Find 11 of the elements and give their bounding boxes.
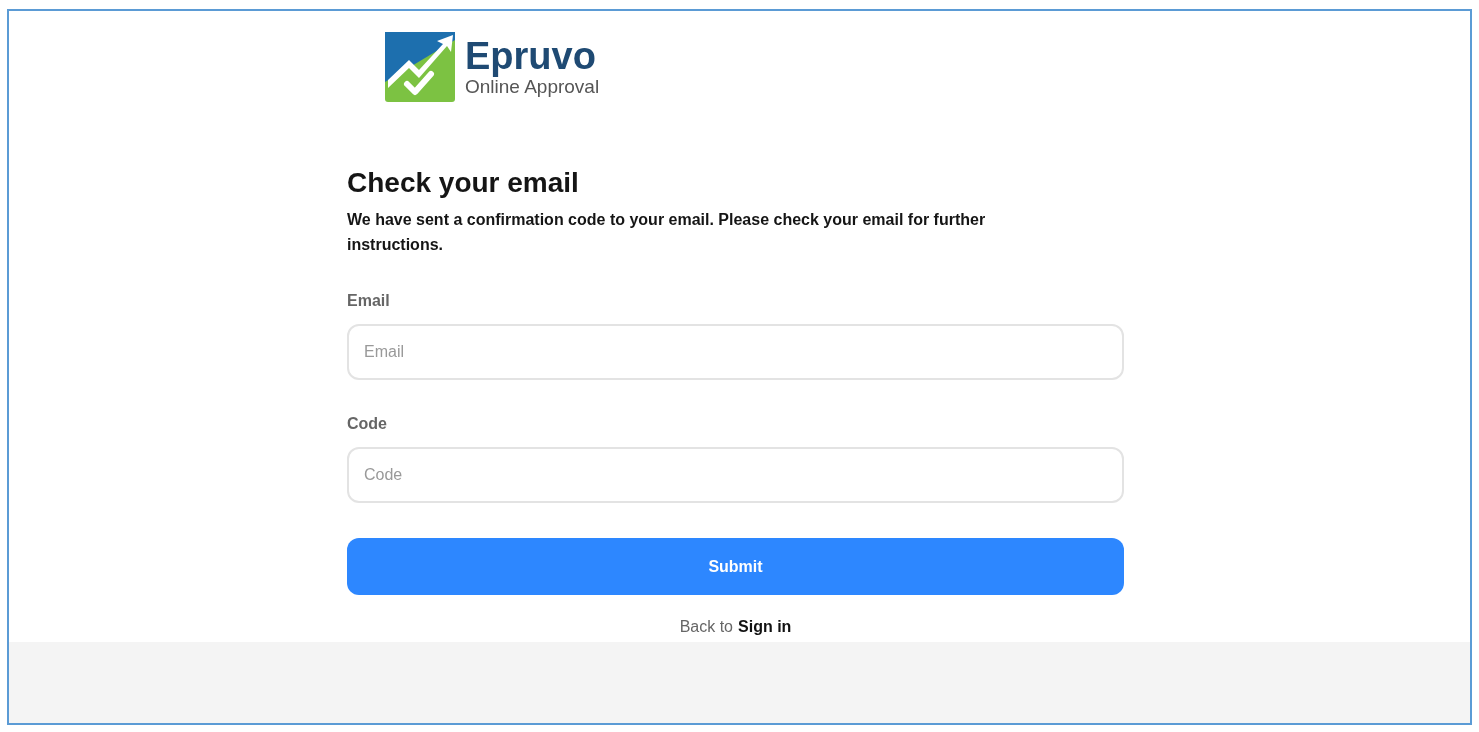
- instructions-text: We have sent a confirmation code to your email. Please check your email for further instructions.: [347, 210, 987, 255]
- logo-icon: [385, 32, 455, 102]
- logo-tagline: Online Approval: [465, 76, 600, 98]
- page-heading: Check your email: [347, 166, 580, 200]
- back-to-text: Back to: [679, 617, 733, 637]
- field-label: Email: [347, 291, 391, 311]
- input-field[interactable]: Code: [347, 447, 1124, 503]
- input-field[interactable]: Email: [347, 324, 1124, 380]
- logo-name: Epruvo: [465, 36, 597, 76]
- sign-in-link[interactable]: Sign in: [738, 617, 792, 637]
- field-label: Code: [347, 414, 388, 434]
